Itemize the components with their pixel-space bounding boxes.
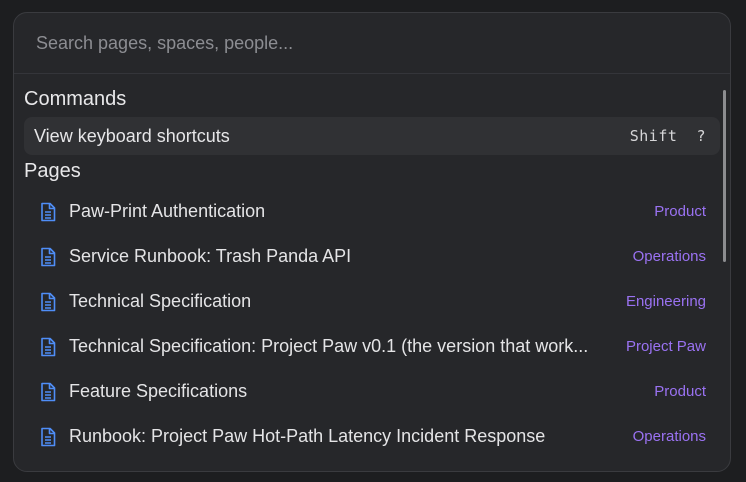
page-result-item[interactable]: Technical Specification: Project Paw v0.…: [24, 324, 720, 369]
page-title: Runbook: Project Paw Hot-Path Latency In…: [69, 426, 546, 446]
page-title: Technical Specification: Project Paw v0.…: [69, 336, 589, 356]
document-icon: [41, 247, 56, 266]
page-title: Paw-Print Authentication: [69, 201, 266, 221]
command-label: View keyboard shortcuts: [34, 125, 230, 146]
space-tag: Product: [654, 383, 706, 400]
document-icon: [41, 292, 56, 311]
command-palette: Commands View keyboard shortcuts Shift ?…: [13, 12, 731, 472]
keyboard-shortcut-hint: Shift ?: [629, 127, 706, 145]
space-tag: Engineering: [625, 293, 706, 310]
page-title: Feature Specifications: [69, 381, 248, 401]
page-title: Service Runbook: Trash Panda API: [69, 246, 352, 266]
space-tag: Product: [654, 203, 706, 220]
command-view-keyboard-shortcuts[interactable]: View keyboard shortcuts Shift ?: [24, 117, 720, 155]
document-icon: [41, 202, 56, 221]
page-title: Technical Specification: [69, 291, 252, 311]
document-icon: [41, 427, 56, 446]
space-tag: Project Paw: [625, 338, 706, 355]
scrollbar-thumb[interactable]: [723, 90, 726, 262]
space-tag: Operations: [632, 428, 706, 445]
page-result-item[interactable]: Technical Specification Engineering: [24, 279, 720, 324]
space-tag: Operations: [632, 248, 706, 265]
document-icon: [41, 337, 56, 356]
results-list[interactable]: Commands View keyboard shortcuts Shift ?…: [14, 74, 730, 473]
document-icon: [41, 382, 56, 401]
search-bar: [14, 13, 730, 74]
search-input[interactable]: [34, 31, 710, 55]
page-result-item[interactable]: Feature Specifications Product: [24, 369, 720, 414]
page-result-item[interactable]: Paw-Print Authentication Product: [24, 189, 720, 234]
page-list: Paw-Print Authentication Product Service…: [24, 189, 720, 473]
page-result-item[interactable]: Runbook: Project Paw Hot-Path Latency In…: [24, 414, 720, 459]
document-icon: [39, 472, 57, 473]
pages-heading: Pages: [24, 160, 81, 182]
page-result-item-partial[interactable]: [24, 459, 720, 473]
page-result-item[interactable]: Service Runbook: Trash Panda API Operati…: [24, 234, 720, 279]
commands-heading: Commands: [24, 88, 127, 110]
